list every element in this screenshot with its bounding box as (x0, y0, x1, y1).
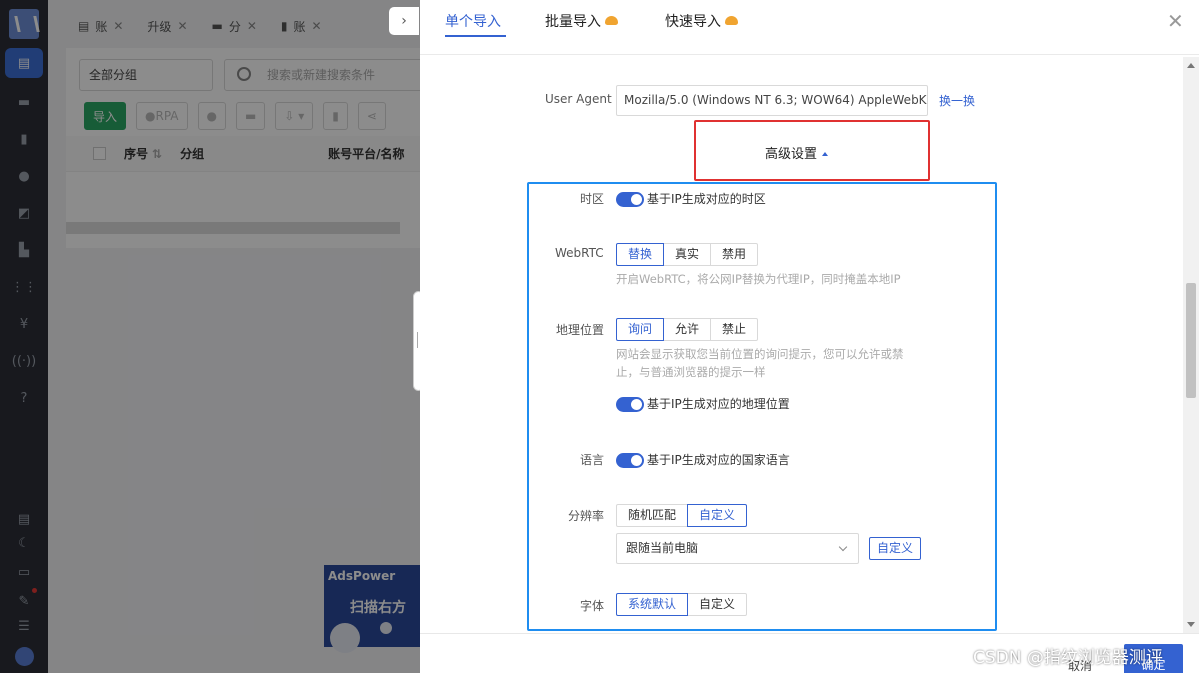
webrtc-label: WebRTC (555, 246, 604, 260)
scroll-up-arrow-icon[interactable] (1187, 63, 1195, 68)
webrtc-option-replace[interactable]: 替换 (616, 243, 665, 266)
scroll-down-arrow-icon[interactable] (1187, 622, 1195, 627)
geo-label: 地理位置 (556, 323, 605, 337)
language-toggle[interactable] (616, 453, 644, 468)
resolution-label: 分辨率 (568, 509, 605, 523)
font-option-default[interactable]: 系统默认 (616, 593, 689, 616)
ua-label: User Agent (545, 92, 612, 106)
resolution-segmented: 随机匹配 自定义 (616, 504, 748, 527)
geo-toggle-text: 基于IP生成对应的地理位置 (647, 397, 790, 411)
font-segmented: 系统默认 自定义 (616, 593, 748, 616)
user-agent-field[interactable]: Mozilla/5.0 (Windows NT 6.3; WOW64) Appl… (616, 85, 928, 116)
pie-icon (725, 16, 738, 25)
timezone-toggle[interactable] (616, 192, 644, 207)
scroll-thumb[interactable] (1186, 283, 1196, 398)
import-drawer: 单个导入 批量导入 快速导入 ✕ User Agent Mozilla/5.0 … (420, 0, 1199, 673)
tab-quick-import[interactable]: 快速导入 (665, 11, 738, 31)
close-icon[interactable]: ✕ (1167, 9, 1184, 33)
geo-hint: 网站会显示获取您当前位置的询问提示，您可以允许或禁 (616, 347, 904, 361)
geo-toggle[interactable] (616, 397, 644, 412)
timezone-toggle-text: 基于IP生成对应的时区 (647, 192, 766, 206)
resolution-option-random[interactable]: 随机匹配 (616, 504, 689, 527)
webrtc-hint: 开启WebRTC，将公网IP替换为代理IP，同时掩盖本地IP (616, 272, 901, 286)
geo-option-block[interactable]: 禁止 (710, 318, 759, 341)
drawer-content: User Agent Mozilla/5.0 (Windows NT 6.3; … (420, 55, 1199, 633)
font-label: 字体 (580, 599, 605, 613)
collapse-drawer-button[interactable]: › (389, 7, 419, 35)
resolution-option-custom[interactable]: 自定义 (687, 504, 748, 527)
resolution-dropdown[interactable]: 跟随当前电脑 (616, 533, 859, 564)
webrtc-option-disable[interactable]: 禁用 (710, 243, 759, 266)
modal-overlay[interactable] (0, 0, 420, 673)
tab-batch-import[interactable]: 批量导入 (545, 11, 618, 31)
active-tab-indicator (445, 35, 506, 37)
geo-segmented: 询问 允许 禁止 (616, 318, 759, 341)
webrtc-segmented: 替换 真实 禁用 (616, 243, 759, 266)
timezone-label: 时区 (580, 192, 605, 206)
geo-option-ask[interactable]: 询问 (616, 318, 665, 341)
pie-icon (605, 16, 618, 25)
watermark: CSDN @指纹浏览器测评 (973, 648, 1163, 668)
vertical-scrollbar[interactable] (1183, 57, 1199, 633)
webrtc-option-real[interactable]: 真实 (663, 243, 712, 266)
change-ua-link[interactable]: 换一换 (939, 92, 975, 109)
caret-up-icon (822, 152, 829, 156)
resolution-custom-button[interactable]: 自定义 (869, 537, 921, 560)
advanced-settings-toggle[interactable]: 高级设置 (765, 143, 829, 162)
font-option-custom[interactable]: 自定义 (687, 593, 748, 616)
language-toggle-text: 基于IP生成对应的国家语言 (647, 453, 790, 467)
chevron-down-icon (838, 542, 848, 552)
language-label: 语言 (580, 453, 605, 467)
geo-option-allow[interactable]: 允许 (663, 318, 712, 341)
geo-hint: 止，与普通浏览器的提示一样 (616, 365, 766, 379)
tab-single-import[interactable]: 单个导入 (445, 11, 501, 31)
import-tabs: 单个导入 批量导入 快速导入 ✕ (420, 0, 1199, 55)
